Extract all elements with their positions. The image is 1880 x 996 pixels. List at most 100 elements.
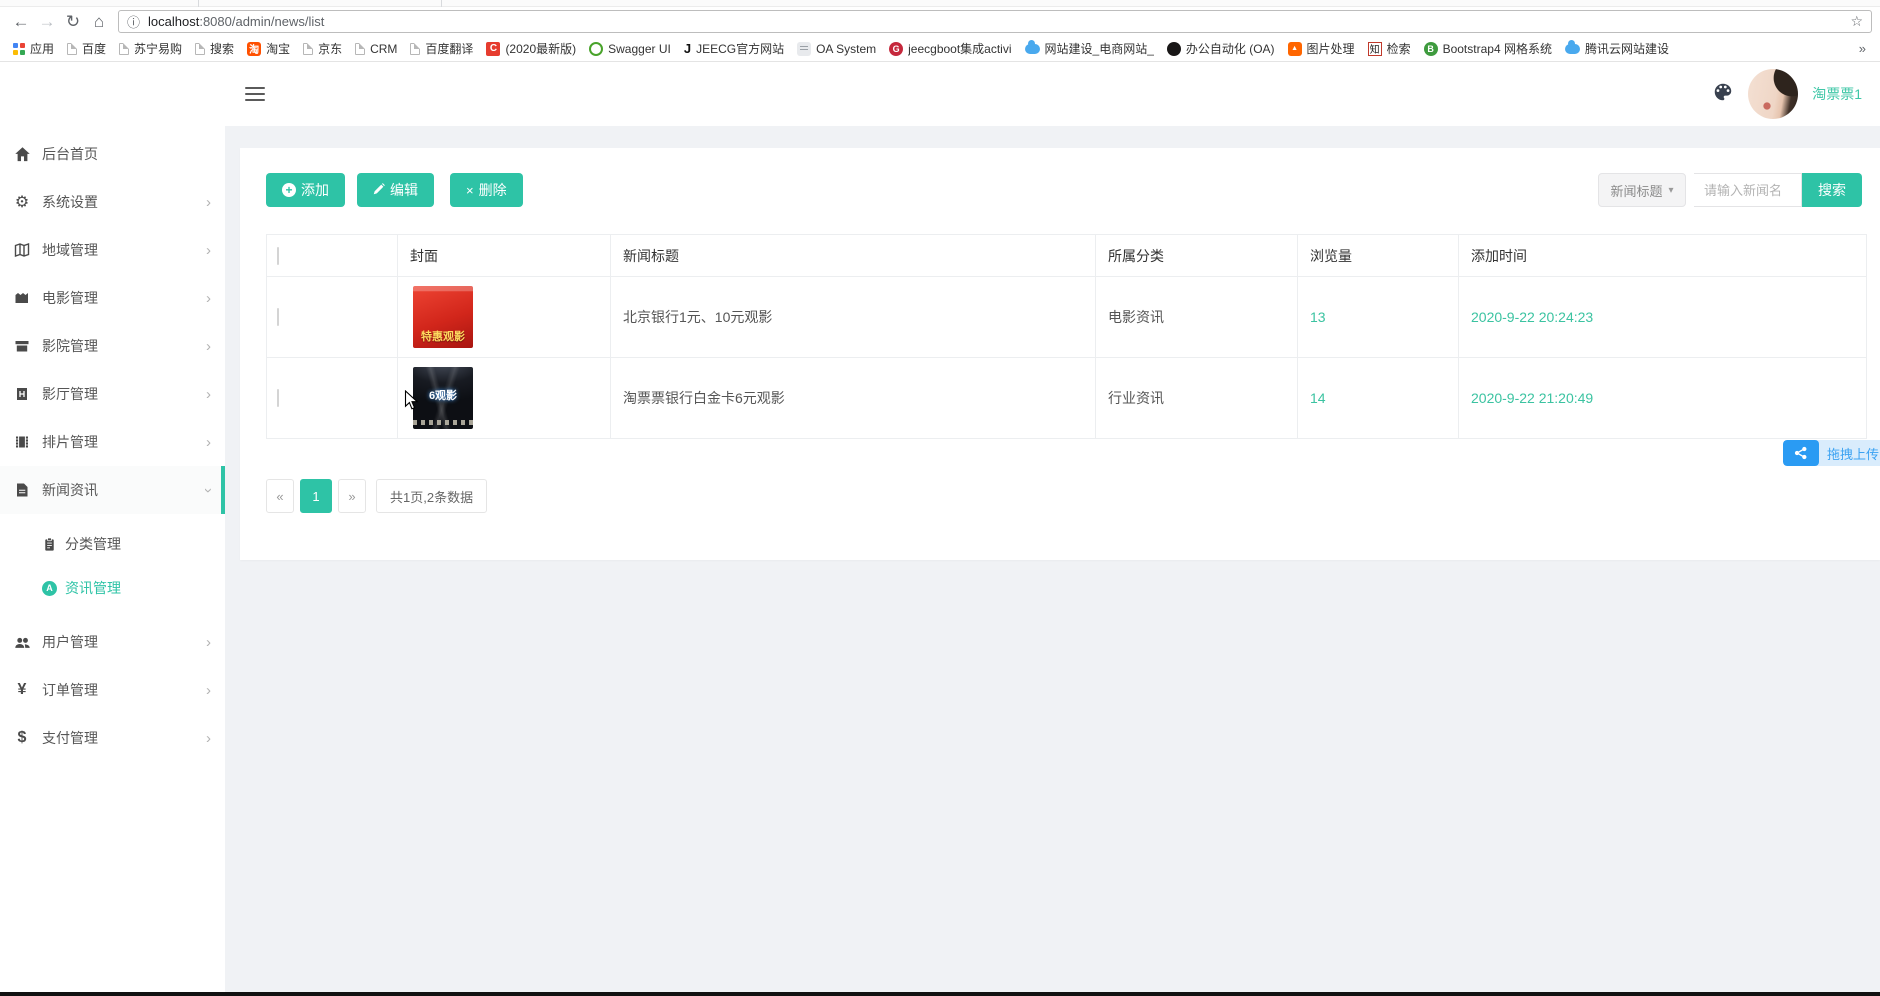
x-icon: ×	[466, 182, 474, 198]
bookmark-crm[interactable]: CRM	[352, 40, 400, 58]
sidebar-item-orders[interactable]: ¥ 订单管理 ›	[0, 666, 225, 714]
browser-toolbar: ← → ↻ ⌂ ⓘ localhost :8080/admin/news/lis…	[0, 7, 1880, 36]
browser-home-icon[interactable]: ⌂	[86, 12, 112, 32]
back-icon[interactable]: ←	[8, 12, 34, 32]
content-area: + 添加 编辑 × 删除 新闻标题 ▾ 请输入新闻名 搜索 封面 新闻标题 所属…	[225, 126, 1880, 996]
reload-icon[interactable]: ↻	[60, 12, 86, 32]
sidebar-item-system-settings[interactable]: ⚙ 系统设置 ›	[0, 178, 225, 226]
bookmark-jeecg[interactable]: J JEECG官方网站	[681, 38, 787, 59]
search-filter-select[interactable]: 新闻标题 ▾	[1598, 173, 1686, 207]
pagination: « 1 » 共1页,2条数据	[266, 479, 1880, 513]
bookmark-image-processing[interactable]: ▲ 图片处理	[1285, 38, 1358, 59]
dollar-icon: $	[17, 729, 27, 746]
sidebar-toggle-icon[interactable]	[245, 83, 265, 105]
sidebar-item-payments[interactable]: $ 支付管理 ›	[0, 714, 225, 762]
bookmark-2020[interactable]: C (2020最新版)	[483, 38, 579, 59]
taskbar-edge	[0, 992, 1880, 996]
g-icon: G	[889, 41, 904, 56]
movie-icon	[13, 289, 31, 307]
apps-grid-icon	[13, 42, 25, 55]
page-1-button[interactable]: 1	[300, 479, 332, 513]
palette-icon[interactable]	[1712, 81, 1734, 108]
news-table: 封面 新闻标题 所属分类 浏览量 添加时间 特惠观影 北京银行1元、10元观影 …	[266, 234, 1867, 439]
sidebar-item-dashboard[interactable]: 后台首页	[0, 130, 225, 178]
edit-button[interactable]: 编辑	[357, 173, 434, 207]
bookmark-apps[interactable]: 应用	[10, 38, 57, 59]
bookmarks-overflow-icon[interactable]: »	[1855, 41, 1870, 56]
sidebar-item-schedule[interactable]: 排片管理 ›	[0, 418, 225, 466]
chevron-right-icon: ›	[206, 681, 211, 699]
bookmark-bootstrap4[interactable]: B Bootstrap4 网格系统	[1421, 38, 1555, 59]
swagger-icon	[589, 41, 604, 56]
bookmark-jd[interactable]: 京东	[300, 38, 345, 59]
search-button[interactable]: 搜索	[1802, 173, 1862, 207]
zhihu-icon: 知	[1367, 41, 1382, 56]
row-checkbox[interactable]	[277, 308, 279, 326]
c-icon: C	[486, 41, 501, 56]
pencil-icon	[373, 183, 385, 197]
page-icon	[410, 42, 421, 55]
bookmark-oa-system[interactable]: OA System	[794, 40, 879, 58]
plus-icon: +	[282, 183, 296, 197]
select-all-checkbox[interactable]	[277, 246, 279, 265]
forward-icon[interactable]: →	[34, 12, 60, 32]
chevron-right-icon: ›	[206, 241, 211, 259]
info-icon[interactable]: ⓘ	[127, 12, 140, 31]
building-icon	[13, 385, 31, 403]
avatar[interactable]	[1748, 69, 1799, 119]
news-list-card: + 添加 编辑 × 删除 新闻标题 ▾ 请输入新闻名 搜索 封面 新闻标题 所属…	[240, 148, 1880, 560]
bookmark-suning[interactable]: 苏宁易购	[116, 38, 185, 59]
sidebar-item-region[interactable]: 地域管理 ›	[0, 226, 225, 274]
row-checkbox[interactable]	[277, 389, 279, 407]
bookmark-jeecgboot[interactable]: G jeecgboot集成activi	[886, 38, 1014, 59]
address-bar[interactable]: ⓘ localhost :8080/admin/news/list ☆	[118, 10, 1872, 33]
caret-down-icon: ▾	[1668, 184, 1674, 196]
bookmark-tencent-cloud[interactable]: 腾讯云网站建设	[1562, 38, 1672, 59]
sidebar-item-news[interactable]: 新闻资讯 ›	[0, 466, 225, 514]
news-doc-icon	[13, 481, 31, 499]
taobao-icon: 淘	[247, 41, 262, 56]
bookmark-baidu[interactable]: 百度	[64, 38, 109, 59]
prev-page-button[interactable]: «	[266, 479, 294, 513]
username[interactable]: 淘票票1	[1812, 84, 1862, 104]
drag-upload-widget[interactable]: 拖拽上传	[1783, 440, 1880, 466]
news-title: 淘票票银行白金卡6元观影	[610, 357, 1096, 439]
page-icon	[195, 42, 206, 55]
sidebar-item-cinemas[interactable]: 影院管理 ›	[0, 322, 225, 370]
yen-icon: ¥	[17, 681, 27, 698]
sidebar-item-category-management[interactable]: 分类管理	[0, 522, 225, 566]
chevron-right-icon: ›	[206, 385, 211, 403]
cloud-icon	[1024, 39, 1040, 54]
sidebar-item-movies[interactable]: 电影管理 ›	[0, 274, 225, 322]
bookmark-baidu-translate[interactable]: 百度翻译	[407, 38, 476, 59]
bookmark-search[interactable]: 搜索	[192, 38, 237, 59]
col-views: 浏览量	[1297, 234, 1459, 277]
next-page-button[interactable]: »	[338, 479, 366, 513]
browser-tab-strip	[0, 0, 1880, 7]
users-icon	[13, 633, 31, 651]
sidebar-item-halls[interactable]: 影厅管理 ›	[0, 370, 225, 418]
bookmark-website-build[interactable]: 网站建设_电商网站_	[1022, 38, 1157, 59]
news-submenu: 分类管理 A 资讯管理	[0, 522, 225, 610]
bookmark-star-icon[interactable]: ☆	[1850, 13, 1863, 30]
bookmark-oa-github[interactable]: 办公自动化 (OA)	[1164, 38, 1278, 59]
github-icon	[1166, 41, 1181, 56]
storefront-icon	[13, 337, 31, 355]
bookmark-retrieval[interactable]: 知 检索	[1365, 38, 1414, 59]
sidebar-item-news-management[interactable]: A 资讯管理	[0, 566, 225, 610]
bookmark-taobao[interactable]: 淘 淘宝	[244, 38, 293, 59]
chevron-down-icon: ›	[200, 487, 217, 493]
bootstrap-icon: B	[1423, 41, 1438, 56]
sidebar: 后台首页 ⚙ 系统设置 › 地域管理 › 电影管理 › 影院管理 › 影厅管理 …	[0, 62, 225, 996]
upload-label: 拖拽上传	[1827, 446, 1880, 462]
delete-button[interactable]: × 删除	[450, 173, 523, 207]
table-row: 特惠观影 北京银行1元、10元观影 电影资讯 13 2020-9-22 20:2…	[266, 276, 1867, 358]
add-button[interactable]: + 添加	[266, 173, 345, 207]
pagination-summary: 共1页,2条数据	[376, 479, 488, 513]
sidebar-item-users[interactable]: 用户管理 ›	[0, 618, 225, 666]
bookmark-swagger[interactable]: Swagger UI	[586, 40, 674, 58]
circle-a-icon: A	[42, 580, 57, 596]
url-host: localhost	[148, 14, 200, 29]
search-input[interactable]	[1694, 173, 1802, 207]
page-icon	[67, 42, 78, 55]
